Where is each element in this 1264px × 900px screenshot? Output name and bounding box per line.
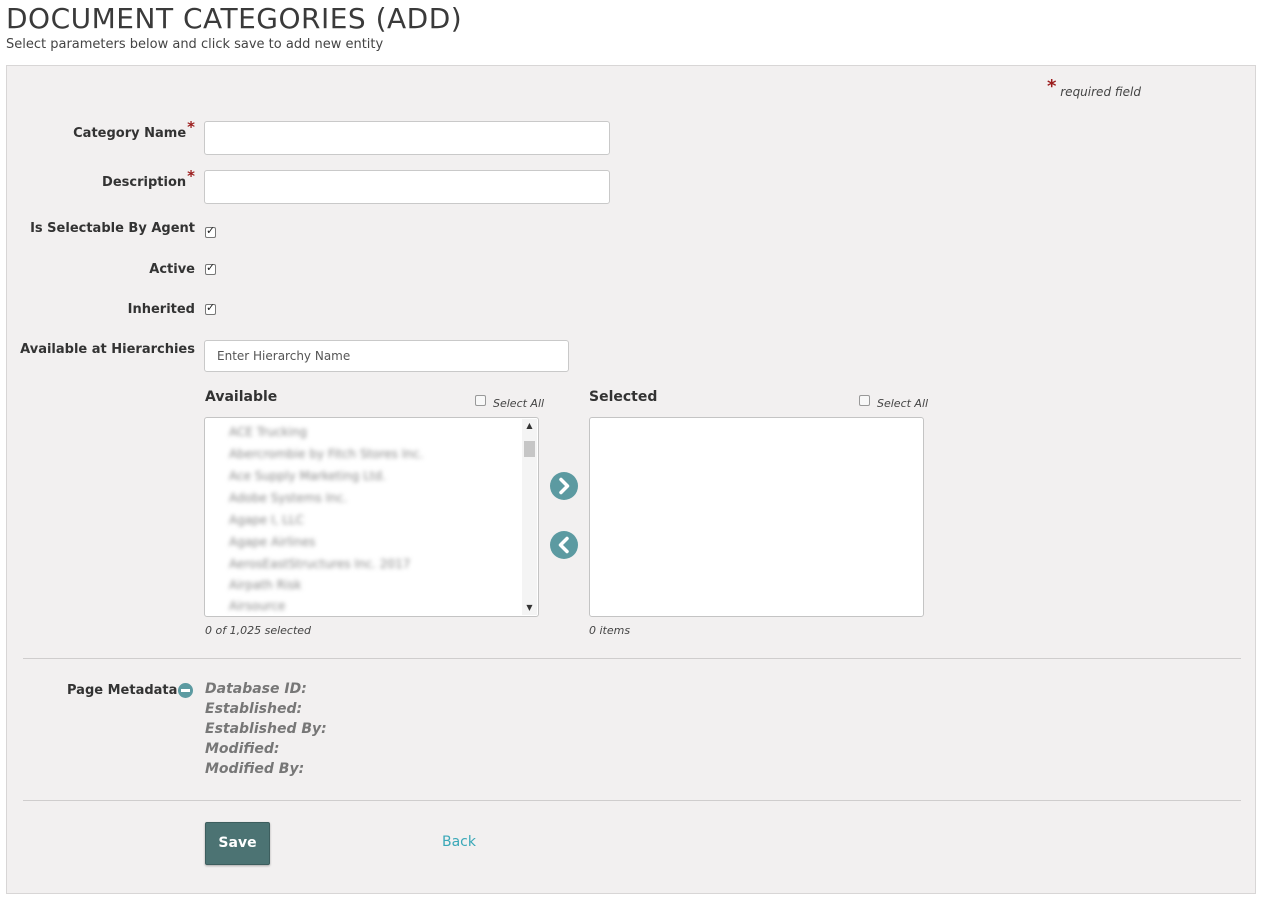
divider [23, 800, 1241, 801]
page-metadata-label: Page Metadata [67, 683, 178, 698]
available-scrollbar[interactable]: ▲ ▼ [522, 419, 537, 615]
required-field-note: * required field [1047, 76, 1141, 101]
required-star: * [1047, 76, 1057, 97]
selected-select-all-checkbox[interactable] [859, 395, 870, 406]
available-heading: Available [205, 389, 278, 405]
list-item[interactable]: Adobe Systems Inc. [229, 491, 347, 507]
description-input[interactable] [204, 170, 610, 204]
is-selectable-by-agent-label: Is Selectable By Agent [30, 221, 195, 236]
list-item[interactable]: AerosEastStructures Inc. 2017 [229, 557, 410, 573]
active-checkbox[interactable] [205, 261, 216, 275]
category-name-label: Category Name* [73, 118, 195, 141]
page-title: DOCUMENT CATEGORIES (ADD) [6, 2, 463, 35]
selected-count: 0 items [589, 624, 631, 637]
metadata-modified: Modified: [205, 741, 280, 757]
description-label: Description* [102, 167, 195, 190]
hierarchy-search-input[interactable] [204, 340, 569, 372]
chevron-right-icon [559, 477, 570, 495]
inherited-checkbox[interactable] [205, 301, 216, 315]
required-star: * [187, 167, 195, 185]
category-name-input[interactable] [204, 121, 610, 155]
selected-listbox[interactable] [589, 417, 924, 617]
save-button[interactable]: Save [205, 822, 270, 865]
is-selectable-by-agent-checkbox[interactable] [205, 224, 216, 238]
minus-circle-icon[interactable] [178, 683, 193, 698]
scroll-up-arrow-icon[interactable]: ▲ [522, 419, 537, 433]
metadata-modified-by: Modified By: [205, 761, 305, 777]
list-item[interactable]: Agape Airlines [229, 535, 315, 551]
required-field-text: required field [1060, 85, 1141, 99]
divider [23, 658, 1241, 659]
available-listbox[interactable]: ACE Trucking Abercrombie by Fitch Stores… [204, 417, 539, 617]
selected-select-all-label: Select All [877, 397, 929, 410]
list-item[interactable]: Ace Supply Marketing Ltd. [229, 469, 386, 485]
page-subtitle: Select parameters below and click save t… [6, 37, 384, 52]
scroll-down-arrow-icon[interactable]: ▼ [522, 601, 537, 615]
selected-heading: Selected [589, 389, 658, 405]
list-item[interactable]: Airpath Risk [229, 578, 301, 594]
required-star: * [187, 118, 195, 136]
form-panel: * required field Category Name* Descript… [6, 65, 1256, 894]
chevron-left-icon [558, 536, 569, 554]
list-item[interactable]: Airsource [229, 599, 285, 615]
available-select-all-label: Select All [493, 397, 545, 410]
list-item[interactable]: Agape I, LLC [229, 513, 304, 529]
metadata-established-by: Established By: [205, 721, 327, 737]
metadata-database-id: Database ID: [205, 681, 307, 697]
available-count: 0 of 1,025 selected [205, 624, 312, 637]
scroll-thumb[interactable] [524, 441, 535, 457]
move-right-button[interactable] [550, 472, 578, 500]
list-item[interactable]: Abercrombie by Fitch Stores Inc. [229, 447, 423, 463]
inherited-label: Inherited [127, 302, 195, 317]
active-label: Active [149, 262, 195, 277]
available-at-hierarchies-label: Available at Hierarchies [20, 342, 195, 357]
available-select-all-checkbox[interactable] [475, 395, 486, 406]
metadata-established: Established: [205, 701, 303, 717]
move-left-button[interactable] [550, 531, 578, 559]
list-item[interactable]: ACE Trucking [229, 425, 307, 441]
back-link[interactable]: Back [442, 834, 476, 850]
